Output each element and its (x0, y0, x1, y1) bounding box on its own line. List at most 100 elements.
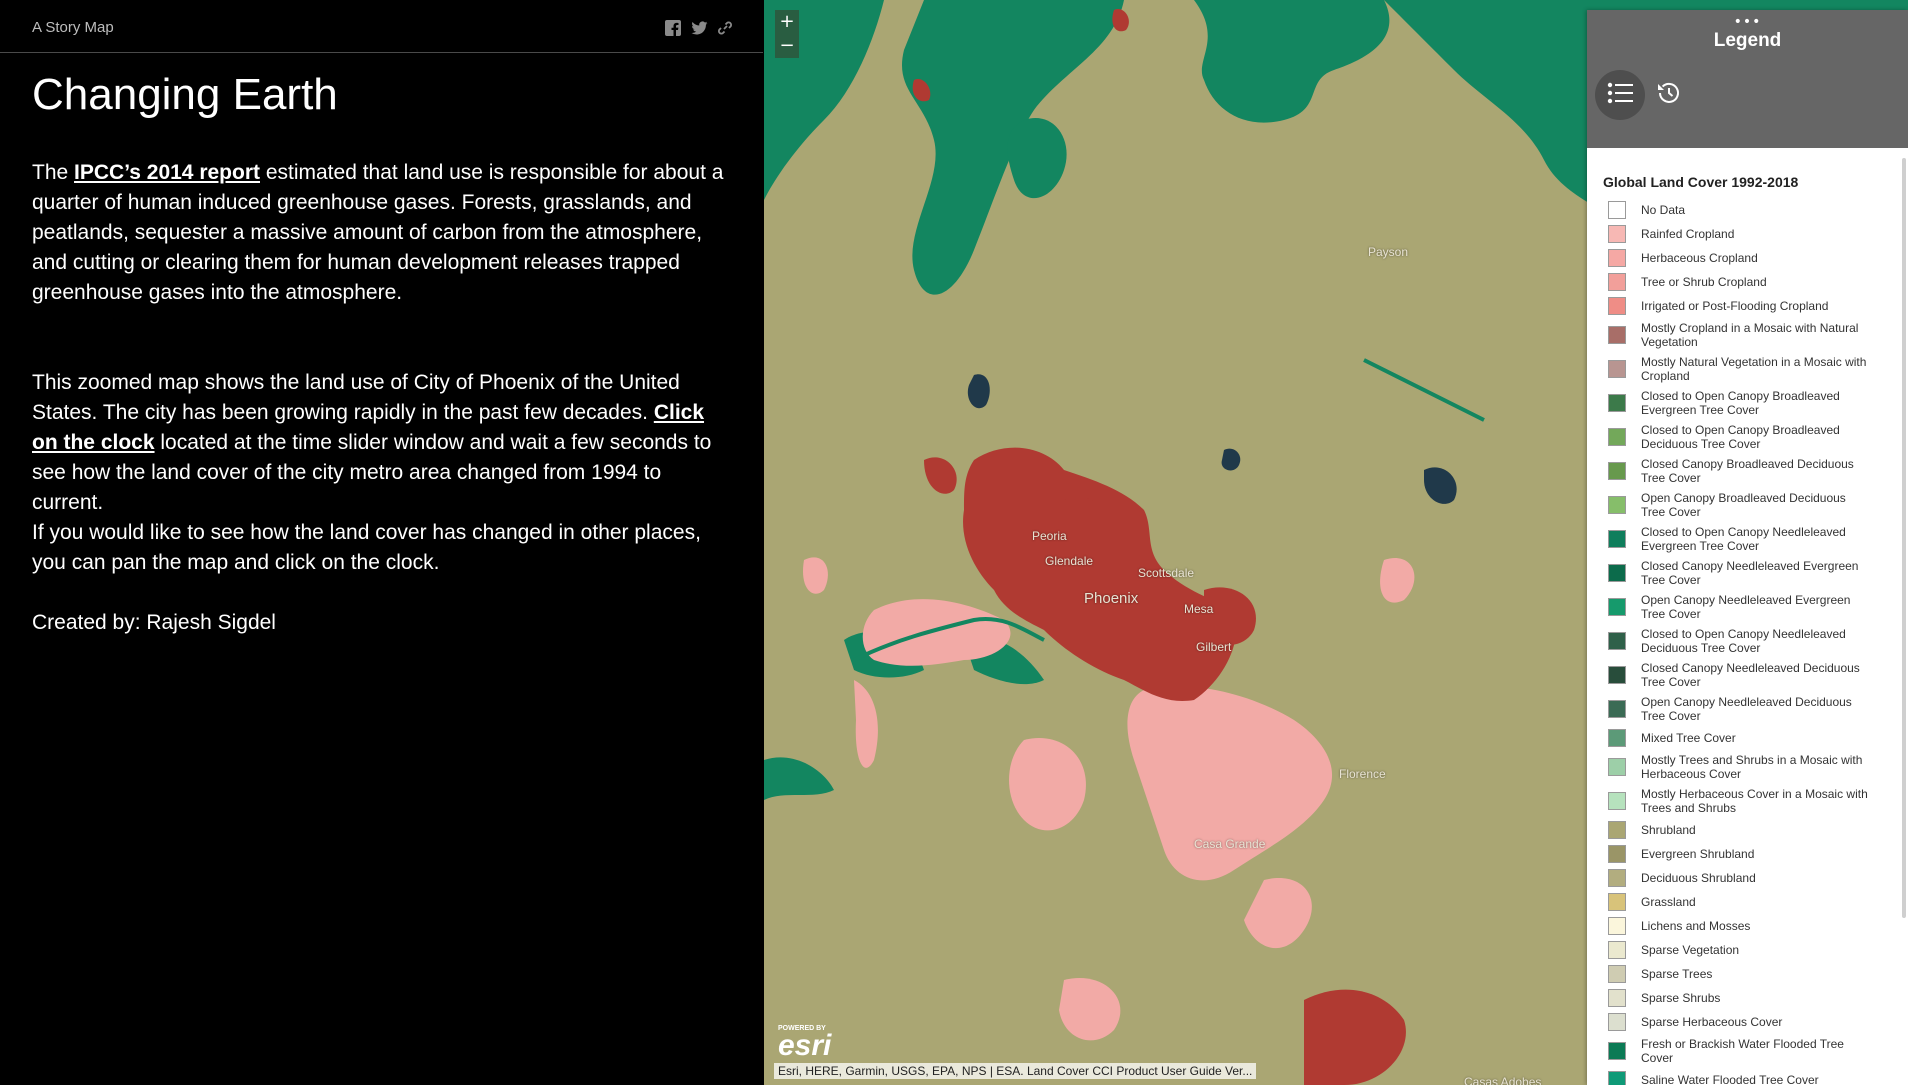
story-header: A Story Map (0, 0, 763, 53)
legend-item: Saline Water Flooded Tree Cover (1608, 1068, 1908, 1085)
legend-item: Rainfed Cropland (1608, 222, 1908, 246)
clock-history-icon (1656, 80, 1682, 110)
legend-item-label: Shrubland (1641, 823, 1696, 837)
legend-swatch (1608, 530, 1626, 548)
legend-swatch (1608, 965, 1626, 983)
legend-swatch (1608, 496, 1626, 514)
legend-item-label: Closed Canopy Needleleaved Deciduous Tre… (1641, 661, 1860, 689)
legend-item: Irrigated or Post-Flooding Cropland (1608, 294, 1908, 318)
legend-swatch (1608, 869, 1626, 887)
legend-item-label: Open Canopy Needleleaved Deciduous Tree … (1641, 695, 1852, 723)
legend-item-label: Sparse Vegetation (1641, 943, 1740, 957)
legend-item-label: Mixed Tree Cover (1641, 731, 1736, 745)
legend-swatch (1608, 845, 1626, 863)
legend-item-label: Grassland (1641, 895, 1696, 909)
legend-item: Grassland (1608, 890, 1908, 914)
twitter-icon[interactable] (691, 20, 708, 36)
legend-item-label: Deciduous Shrubland (1641, 871, 1756, 885)
legend-item: Mostly Cropland in a Mosaic with Natural… (1608, 318, 1908, 352)
legend-swatch (1608, 326, 1626, 344)
facebook-icon[interactable] (665, 20, 681, 36)
city-label-gilbert: Gilbert (1196, 640, 1232, 654)
legend-item: Mixed Tree Cover (1608, 726, 1908, 750)
legend-item-label: Sparse Trees (1641, 967, 1713, 981)
legend-swatch (1608, 700, 1626, 718)
legend-item-label: Irrigated or Post-Flooding Cropland (1641, 299, 1829, 313)
legend-swatch (1608, 1013, 1626, 1031)
legend-swatch (1608, 632, 1626, 650)
legend-swatch (1608, 941, 1626, 959)
legend-item: Herbaceous Cropland (1608, 246, 1908, 270)
city-label-phoenix: Phoenix (1084, 590, 1139, 607)
legend-item-label: Sparse Herbaceous Cover (1641, 1015, 1783, 1029)
time-slider-clock-button[interactable] (1644, 70, 1694, 120)
legend-swatch (1608, 917, 1626, 935)
legend-item-label: Herbaceous Cropland (1641, 251, 1758, 265)
city-label-glendale: Glendale (1045, 554, 1094, 568)
legend-item: Deciduous Shrubland (1608, 866, 1908, 890)
legend-item: Lichens and Mosses (1608, 914, 1908, 938)
legend-scrollbar[interactable] (1902, 158, 1906, 918)
legend-item: Sparse Trees (1608, 962, 1908, 986)
legend-item-label: Mostly Herbaceous Cover in a Mosaic with… (1641, 787, 1868, 815)
legend-item-label: Open Canopy Broadleaved Deciduous Tree C… (1641, 491, 1846, 519)
legend-item: Open Canopy Broadleaved Deciduous Tree C… (1608, 488, 1908, 522)
ipcc-report-link[interactable]: IPCC’s 2014 report (74, 161, 260, 184)
legend-item: Mostly Herbaceous Cover in a Mosaic with… (1608, 784, 1908, 818)
legend-item-label: Closed Canopy Needleleaved Evergreen Tre… (1641, 559, 1859, 587)
legend-item-label: Closed to Open Canopy Needleleaved Decid… (1641, 627, 1846, 655)
legend-body[interactable]: Global Land Cover 1992-2018 No Data Rainf… (1587, 148, 1908, 1085)
legend-panel: ••• Legend Global Land Cover 1992-2018 N… (1587, 10, 1908, 1085)
legend-swatch (1608, 598, 1626, 616)
link-icon[interactable] (717, 20, 733, 36)
city-label-peoria: Peoria (1032, 529, 1067, 543)
legend-item: Sparse Vegetation (1608, 938, 1908, 962)
legend-item-label: Open Canopy Needleleaved Evergreen Tree … (1641, 593, 1851, 621)
city-label-payson: Payson (1368, 245, 1409, 259)
legend-item-label: Closed Canopy Broadleaved Deciduous Tree… (1641, 457, 1854, 485)
legend-item-label: Closed to Open Canopy Broadleaved Decidu… (1641, 423, 1840, 451)
legend-item: No Data (1608, 198, 1908, 222)
story-brand: A Story Map (32, 19, 114, 36)
map-attribution[interactable]: Esri, HERE, Garmin, USGS, EPA, NPS | ESA… (774, 1063, 1257, 1079)
legend-item: Fresh or Brackish Water Flooded Tree Cov… (1608, 1034, 1908, 1068)
legend-item-label: Lichens and Mosses (1641, 919, 1751, 933)
legend-item: Tree or Shrub Cropland (1608, 270, 1908, 294)
legend-item-label: Closed to Open Canopy Broadleaved Evergr… (1641, 389, 1840, 417)
page-title: Changing Earth (32, 70, 338, 119)
zoom-out-button[interactable]: − (775, 34, 799, 58)
legend-swatch (1608, 666, 1626, 684)
legend-item: Closed to Open Canopy Broadleaved Evergr… (1608, 386, 1908, 420)
legend-item: Closed to Open Canopy Needleleaved Decid… (1608, 624, 1908, 658)
legend-swatch (1608, 821, 1626, 839)
zoom-in-button[interactable]: + (775, 10, 799, 34)
list-icon (1607, 82, 1633, 108)
esri-logo: POWERED BY esri (778, 1025, 831, 1061)
legend-items: No Data Rainfed Cropland Herbaceous Cropla… (1587, 198, 1908, 1085)
legend-item-label: Rainfed Cropland (1641, 227, 1735, 241)
legend-swatch (1608, 249, 1626, 267)
legend-swatch (1608, 201, 1626, 219)
legend-header: ••• Legend (1587, 10, 1908, 148)
legend-swatch (1608, 428, 1626, 446)
legend-item-label: Closed to Open Canopy Needleleaved Everg… (1641, 525, 1846, 553)
city-label-mesa: Mesa (1184, 602, 1214, 616)
share-buttons (665, 20, 733, 36)
legend-swatch (1608, 297, 1626, 315)
legend-swatch (1608, 893, 1626, 911)
legend-swatch (1608, 729, 1626, 747)
legend-list-button[interactable] (1595, 70, 1645, 120)
legend-item-label: Fresh or Brackish Water Flooded Tree Cov… (1641, 1037, 1844, 1065)
city-label-scottsdale: Scottsdale (1138, 566, 1195, 580)
story-paragraph-pan: If you would like to see how the land co… (32, 521, 701, 574)
legend-swatch (1608, 1042, 1626, 1060)
story-credit: Created by: Rajesh Sigdel (32, 611, 276, 634)
zoom-controls: + − (775, 10, 799, 58)
city-label-casa-grande: Casa Grande (1194, 837, 1266, 851)
legend-item-label: Mostly Natural Vegetation in a Mosaic wi… (1641, 355, 1867, 383)
legend-item: Closed to Open Canopy Broadleaved Decidu… (1608, 420, 1908, 454)
story-paragraph-phoenix: This zoomed map shows the land use of Ci… (32, 368, 732, 518)
legend-item-label: Evergreen Shrubland (1641, 847, 1755, 861)
more-options-icon[interactable]: ••• (1587, 14, 1908, 30)
legend-item-label: No Data (1641, 203, 1686, 217)
